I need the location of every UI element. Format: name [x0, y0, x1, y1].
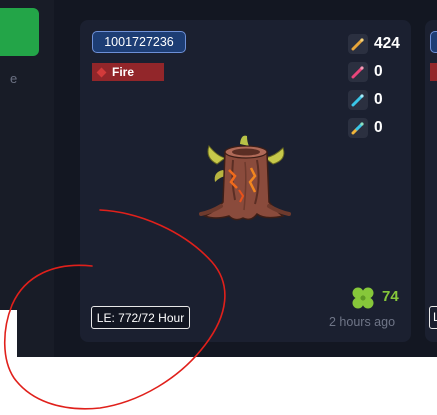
stat-row: 0	[348, 114, 400, 142]
next-card-le-badge: L	[429, 306, 437, 329]
app-window: e 1001727236 Fire 424 0 0 0 LE: 772/72 H…	[0, 0, 437, 357]
sidebar-partial-label: e	[10, 71, 18, 86]
pink-potion-icon	[348, 62, 368, 82]
stat-value: 0	[374, 91, 383, 108]
listing-time: 2 hours ago	[329, 315, 396, 329]
monster-image	[195, 130, 295, 235]
le-badge: LE: 772/72 Hour	[91, 306, 190, 329]
sidebar: e	[0, 0, 54, 357]
monster-card[interactable]: 1001727236 Fire 424 0 0 0 LE: 772/72 Hou…	[80, 20, 411, 342]
stat-row: 424	[348, 30, 400, 58]
next-monster-card[interactable]: L	[425, 20, 437, 342]
stat-value: 0	[374, 119, 383, 136]
sidebar-action-button[interactable]	[0, 8, 39, 56]
element-badge: Fire	[92, 63, 164, 81]
next-card-element-badge	[430, 63, 437, 81]
stat-row: 0	[348, 86, 400, 114]
potion-stats: 424 0 0 0	[348, 30, 400, 142]
stat-value: 0	[374, 63, 383, 80]
element-label: Fire	[112, 65, 135, 79]
orange-potion-icon	[348, 34, 368, 54]
clover-icon	[350, 285, 376, 316]
rainbow-potion-icon	[348, 118, 368, 138]
stat-row: 0	[348, 58, 400, 86]
clover-value: 74	[382, 288, 399, 305]
sidebar-bottom-gap	[0, 310, 17, 357]
fire-element-icon	[96, 67, 107, 78]
monster-id-badge: 1001727236	[92, 31, 186, 53]
next-card-id-badge	[430, 31, 437, 53]
stat-value: 424	[374, 35, 400, 52]
cyan-potion-icon	[348, 90, 368, 110]
